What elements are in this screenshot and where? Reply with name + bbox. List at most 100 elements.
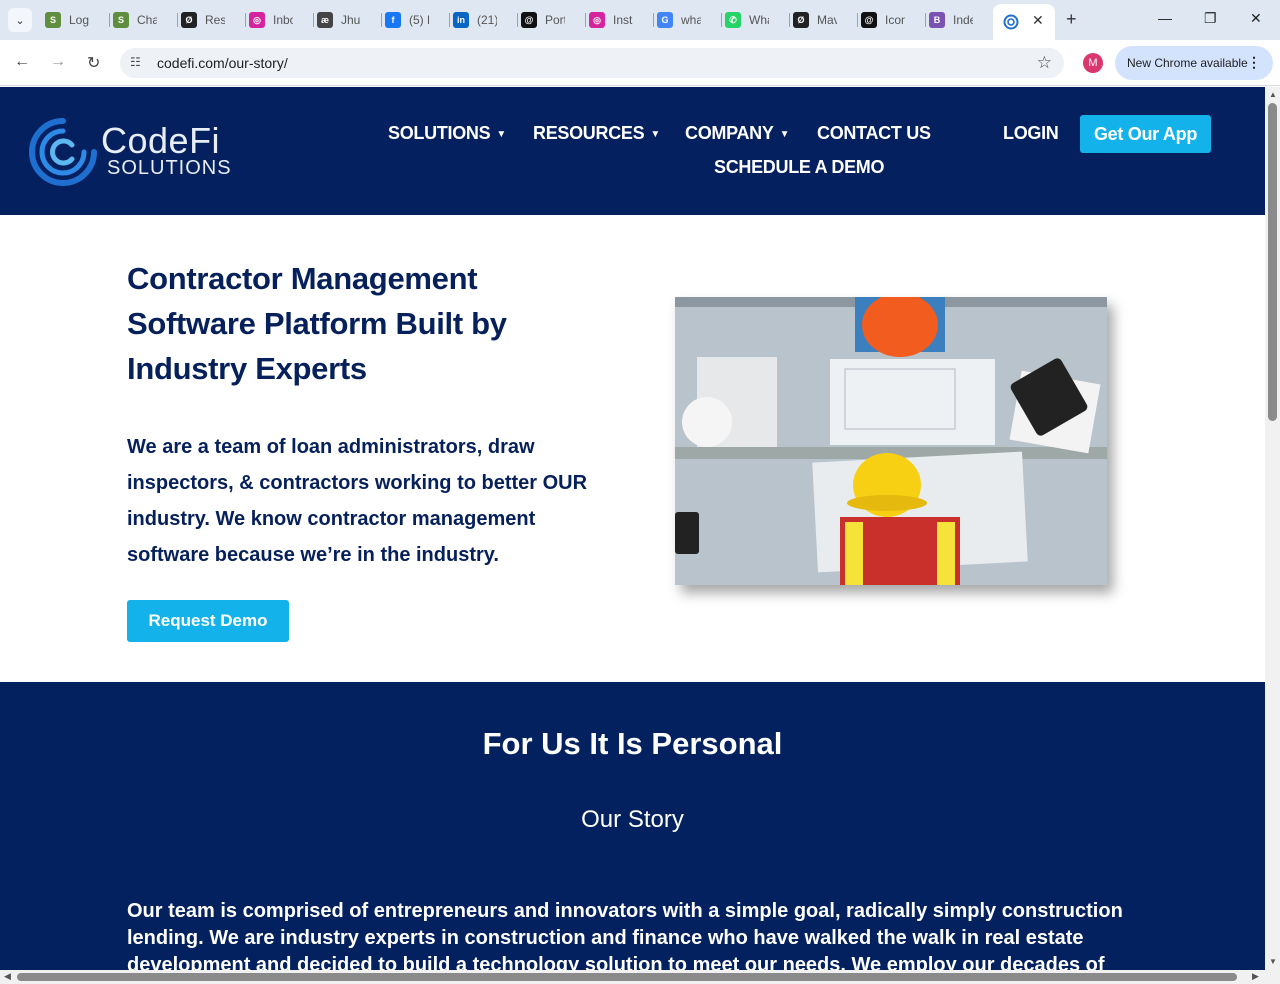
reload-icon[interactable]: ↻ — [87, 53, 100, 73]
tab-title: (21) — [477, 13, 497, 27]
hero-title: Contractor Management Software Platform … — [127, 261, 507, 386]
browser-tab[interactable]: ✆ Wha — [725, 6, 785, 34]
update-chrome-button[interactable]: New Chrome available ⋮ — [1115, 46, 1273, 80]
browser-tab[interactable]: f (5) F — [385, 6, 445, 34]
scroll-right-icon[interactable]: ▶ — [1252, 971, 1259, 982]
horizontal-scrollbar[interactable]: ◀ ▶ — [0, 970, 1265, 984]
threads-icon: @ — [521, 12, 537, 28]
get-our-app-button[interactable]: Get Our App — [1080, 115, 1211, 153]
tab-separator — [177, 13, 178, 27]
tab-separator — [585, 13, 586, 27]
codefi-icon — [1003, 14, 1019, 30]
browser-tab[interactable]: Gwha — [657, 6, 717, 34]
nav-company[interactable]: COMPANY ▼ — [685, 123, 789, 144]
tab-separator — [245, 13, 246, 27]
scroll-left-icon[interactable]: ◀ — [4, 971, 11, 982]
hero-photo — [675, 297, 1107, 585]
site-icon: æ — [317, 12, 333, 28]
tab-separator — [721, 13, 722, 27]
bookmark-star-icon[interactable]: ☆ — [1037, 53, 1052, 73]
chevron-down-icon: ▼ — [496, 129, 506, 140]
browser-tab[interactable]: B Inde — [929, 6, 989, 34]
chevron-down-icon: ▼ — [650, 129, 660, 140]
tab-separator — [517, 13, 518, 27]
window-close-icon[interactable]: ✕ — [1250, 10, 1262, 27]
nav-solutions[interactable]: SOLUTIONS ▼ — [388, 123, 506, 144]
scroll-up-icon[interactable]: ▲ — [1269, 90, 1277, 99]
tab-title: Inst — [613, 13, 633, 27]
scroll-down-icon[interactable]: ▼ — [1269, 957, 1277, 966]
nav-company-label: COMPANY — [685, 123, 774, 143]
restore-icon[interactable]: ❐ — [1204, 10, 1217, 27]
site-header: CodeFi SOLUTIONS SOLUTIONS ▼ RESOURCES ▼ C… — [0, 87, 1265, 215]
scrollbar-corner — [1265, 970, 1280, 984]
browser-tab[interactable]: S Cha — [113, 6, 173, 34]
tab-separator — [857, 13, 858, 27]
tab-separator — [313, 13, 314, 27]
linkedin-icon: in — [453, 12, 469, 28]
shopify-icon: S — [113, 12, 129, 28]
tab-title: Resu — [205, 13, 225, 27]
tab-separator — [449, 13, 450, 27]
instagram-icon: ◎ — [249, 12, 265, 28]
more-menu-icon[interactable]: ⋮ — [1247, 54, 1261, 71]
vertical-scrollbar[interactable]: ▲ ▼ — [1265, 87, 1280, 970]
facebook-icon: f — [385, 12, 401, 28]
story-section: For Us It Is Personal Our Story Our team… — [0, 682, 1265, 972]
loop-icon: Ø — [793, 12, 809, 28]
browser-tab[interactable]: Ø Mav — [793, 6, 853, 34]
hero-description: We are a team of loan administrators, dr… — [127, 436, 588, 566]
address-bar[interactable]: ☷ codefi.com/our-story/ ☆ — [120, 48, 1064, 78]
browser-tab[interactable]: S Log — [45, 6, 105, 34]
bootstrap-icon: B — [929, 12, 945, 28]
browser-tab[interactable]: æ Jhur — [317, 6, 377, 34]
browser-tab[interactable]: Ø Resu — [181, 6, 241, 34]
tab-title: Jhur — [341, 13, 361, 27]
tab-separator — [789, 13, 790, 27]
update-chrome-label: New Chrome available — [1127, 56, 1248, 70]
nav-schedule-demo[interactable]: SCHEDULE A DEMO — [714, 157, 884, 178]
instagram-icon: ◎ — [589, 12, 605, 28]
tab-title: Wha — [749, 13, 769, 27]
tab-title: Port — [545, 13, 565, 27]
minimize-icon[interactable]: — — [1158, 10, 1172, 26]
shopify-icon: S — [45, 12, 61, 28]
nav-login[interactable]: LOGIN — [1003, 123, 1059, 144]
tab-title: wha — [681, 13, 701, 27]
nav-contact-us[interactable]: CONTACT US — [817, 123, 931, 144]
browser-tab[interactable]: ◎ Inbo — [249, 6, 309, 34]
logo-subtitle: SOLUTIONS — [107, 157, 232, 179]
tab-title: Mav — [817, 13, 837, 27]
tab-title: Inde — [953, 13, 973, 27]
tab-search-button[interactable]: ⌄ — [8, 8, 32, 32]
request-demo-button[interactable]: Request Demo — [127, 600, 289, 642]
browser-tab[interactable]: @ Port — [521, 6, 581, 34]
browser-tab[interactable]: ◎ Inst — [589, 6, 649, 34]
close-tab-icon[interactable]: ✕ — [1032, 12, 1044, 29]
back-icon[interactable]: ← — [14, 53, 30, 71]
tab-title: (5) F — [409, 13, 429, 27]
tab-separator — [381, 13, 382, 27]
tab-separator — [925, 13, 926, 27]
forward-icon[interactable]: → — [50, 53, 66, 71]
tab-title: Log — [69, 13, 89, 27]
nav-resources-label: RESOURCES — [533, 123, 645, 143]
vertical-scroll-thumb[interactable] — [1268, 103, 1277, 421]
site-settings-icon[interactable]: ☷ — [130, 55, 141, 69]
tab-title: Inbo — [273, 13, 293, 27]
threads-icon: @ — [861, 12, 877, 28]
tab-separator — [109, 13, 110, 27]
tab-strip: ⌄ S Log S Cha Ø Resu ◎ Inbo æ Jhur f (5) F in (21) @ Po… — [0, 0, 1280, 40]
tab-active[interactable] — [993, 4, 1055, 40]
codefi-logo-mark-icon — [29, 118, 97, 186]
loop-icon: Ø — [181, 12, 197, 28]
browser-tab[interactable]: @ Icon — [861, 6, 921, 34]
profile-avatar[interactable]: M — [1083, 53, 1103, 73]
story-title: For Us It Is Personal — [482, 726, 783, 761]
url-text[interactable]: codefi.com/our-story/ — [157, 55, 288, 71]
nav-resources[interactable]: RESOURCES ▼ — [533, 123, 660, 144]
browser-tab[interactable]: in (21) — [453, 6, 513, 34]
tab-title: Cha — [137, 13, 157, 27]
new-tab-icon[interactable]: + — [1066, 9, 1077, 30]
horizontal-scroll-thumb[interactable] — [17, 973, 1237, 981]
